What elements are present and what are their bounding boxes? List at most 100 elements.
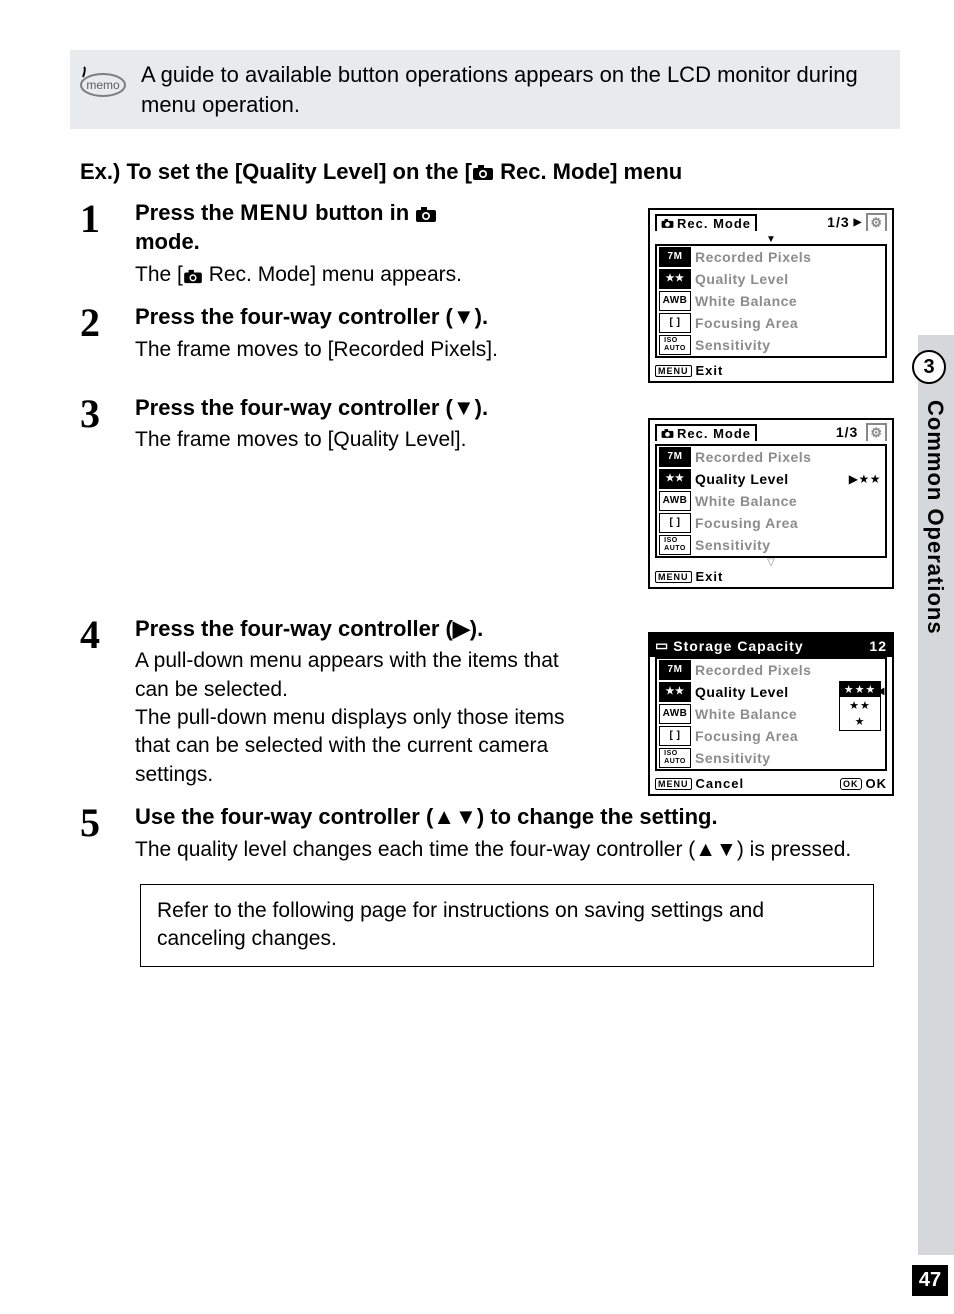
step-title: Press the four-way controller (▼). bbox=[135, 394, 565, 423]
lcd-menu-item: ISO AUTO Sensitivity bbox=[657, 334, 885, 356]
menu-item-icon: AWB bbox=[659, 704, 691, 724]
lcd-footer-cancel: Cancel bbox=[696, 776, 745, 791]
camera-icon bbox=[183, 269, 203, 284]
menu-item-icon: ★★ bbox=[659, 269, 691, 289]
lcd-title: Rec. Mode bbox=[677, 216, 751, 231]
chapter-title: Common Operations bbox=[922, 400, 948, 635]
menu-item-icon: 7M bbox=[659, 247, 691, 267]
lcd-footer-exit: Exit bbox=[696, 363, 724, 378]
menu-item-icon: AWB bbox=[659, 291, 691, 311]
menu-item-label: Focusing Area bbox=[695, 516, 885, 530]
lcd-page-indicator: 1/3 bbox=[827, 214, 849, 230]
dropdown-option: ★ bbox=[840, 714, 880, 730]
step-desc: The frame moves to [Recorded Pixels]. bbox=[135, 336, 565, 364]
step-number: 3 bbox=[80, 394, 135, 455]
heading-menu-name: Rec. Mode] menu bbox=[494, 159, 682, 184]
page-number: 47 bbox=[912, 1265, 948, 1296]
menu-button-icon: MENU bbox=[655, 365, 692, 377]
menu-item-label: Recorded Pixels bbox=[695, 250, 885, 264]
lcd-title: Rec. Mode bbox=[677, 426, 751, 441]
lcd-tab-rec-mode: Rec. Mode bbox=[655, 424, 757, 441]
menu-button-label: MENU bbox=[240, 200, 309, 225]
lcd-page-indicator: 1/3 bbox=[836, 424, 858, 440]
lcd-tab-setup: ⚙ bbox=[866, 423, 887, 441]
lcd-menu-item: [ ] Focusing Area bbox=[657, 312, 885, 334]
lcd-menu-item: [ ] Focusing Area bbox=[657, 512, 885, 534]
menu-item-label: Recorded Pixels bbox=[695, 663, 885, 677]
lcd-footer-ok: OK bbox=[866, 776, 888, 791]
ok-button-icon: OK bbox=[840, 778, 862, 790]
lcd-storage-title: Storage Capacity bbox=[673, 638, 803, 654]
menu-button-icon: MENU bbox=[655, 778, 692, 790]
menu-item-label: Sensitivity bbox=[695, 751, 885, 765]
menu-item-icon: ★★ bbox=[659, 682, 691, 702]
menu-item-label: Focusing Area bbox=[695, 316, 885, 330]
menu-item-icon: ISO AUTO bbox=[659, 748, 691, 768]
menu-item-label: Sensitivity bbox=[695, 338, 885, 352]
example-heading: Ex.) To set the [Quality Level] on the [… bbox=[80, 159, 920, 185]
nav-right-icon: ▶ bbox=[854, 217, 863, 228]
step-desc: A pull-down menu appears with the items … bbox=[135, 647, 565, 789]
svg-text:memo: memo bbox=[86, 78, 120, 92]
camera-icon bbox=[661, 428, 674, 439]
camera-icon bbox=[415, 206, 437, 223]
menu-item-icon: ★★ bbox=[659, 469, 691, 489]
camera-icon bbox=[661, 218, 674, 229]
menu-item-icon: 7M bbox=[659, 447, 691, 467]
menu-item-icon: [ ] bbox=[659, 726, 691, 746]
step-title: Press the MENU button in mode. bbox=[135, 199, 565, 256]
menu-item-label: White Balance bbox=[695, 494, 885, 508]
menu-item-label: Focusing Area bbox=[695, 729, 885, 743]
menu-item-label: Quality Level bbox=[695, 272, 885, 286]
menu-item-label: Recorded Pixels bbox=[695, 450, 885, 464]
menu-item-icon: ISO AUTO bbox=[659, 335, 691, 355]
lcd-menu-item: 7M Recorded Pixels bbox=[657, 246, 885, 268]
quality-dropdown: ★★★★★★ bbox=[839, 681, 881, 731]
lcd-menu-item: ★★ Quality Level bbox=[657, 268, 885, 290]
lcd-menu-item: 7M Recorded Pixels bbox=[657, 659, 885, 681]
menu-item-label: Quality Level bbox=[695, 472, 849, 486]
dropdown-option: ★★ bbox=[840, 698, 880, 714]
lcd-footer-exit: Exit bbox=[696, 569, 724, 584]
step-title: Press the four-way controller (▼). bbox=[135, 303, 565, 332]
card-icon: ▭ bbox=[655, 637, 669, 654]
menu-item-label: White Balance bbox=[695, 294, 885, 308]
lcd-storage-count: 12 bbox=[869, 638, 887, 654]
lcd-menu-item: 7M Recorded Pixels bbox=[657, 446, 885, 468]
lcd-screenshot-3: ▭ Storage Capacity 12 ★★★★★★ 7MRecorded … bbox=[648, 632, 894, 796]
down-indicator-icon: ▼ bbox=[650, 234, 892, 244]
down-indicator-icon: ▽ bbox=[650, 557, 892, 567]
dropdown-option: ★★★ bbox=[840, 682, 880, 698]
menu-item-icon: 7M bbox=[659, 660, 691, 680]
reference-box: Refer to the following page for instruct… bbox=[140, 884, 874, 967]
step-desc: The quality level changes each time the … bbox=[135, 836, 855, 864]
step-number: 2 bbox=[80, 303, 135, 364]
menu-item-icon: [ ] bbox=[659, 313, 691, 333]
lcd-menu-list: ★★★★★★ 7MRecorded Pixels★★Quality Level◀… bbox=[655, 657, 887, 771]
menu-item-value: ▶★★ bbox=[849, 473, 885, 485]
lcd-tab-setup: ⚙ bbox=[866, 213, 887, 231]
step-5: 5 Use the four-way controller (▲▼) to ch… bbox=[80, 803, 920, 864]
menu-item-icon: [ ] bbox=[659, 513, 691, 533]
lcd-screenshot-2: Rec. Mode 1/3 ⚙ 7M Recorded Pixels ★★ Quali… bbox=[648, 418, 894, 589]
lcd-tab-rec-mode: Rec. Mode bbox=[655, 214, 757, 231]
step-number: 5 bbox=[80, 803, 135, 864]
camera-icon bbox=[472, 164, 494, 181]
lcd-menu-item: AWB White Balance bbox=[657, 490, 885, 512]
step-desc: The [ Rec. Mode] menu appears. bbox=[135, 261, 565, 289]
menu-item-icon: ISO AUTO bbox=[659, 535, 691, 555]
lcd-menu-item: ★★ Quality Level▶★★ bbox=[657, 468, 885, 490]
lcd-menu-list: 7M Recorded Pixels ★★ Quality Level▶★★ AWB Wh… bbox=[655, 444, 887, 558]
lcd-menu-item: AWB White Balance bbox=[657, 290, 885, 312]
lcd-menu-item: ISO AUTO Sensitivity bbox=[657, 747, 885, 769]
step-title: Press the four-way controller (▶). bbox=[135, 615, 565, 644]
memo-text: A guide to available button operations a… bbox=[141, 60, 880, 119]
memo-callout: memo A guide to available button operati… bbox=[70, 50, 900, 129]
menu-button-icon: MENU bbox=[655, 571, 692, 583]
lcd-menu-list: 7M Recorded Pixels ★★ Quality Level AWB White… bbox=[655, 244, 887, 358]
lcd-screenshot-1: Rec. Mode 1/3 ▶ ⚙ ▼ 7M Recorded Pixels ★★ Q… bbox=[648, 208, 894, 383]
menu-item-icon: AWB bbox=[659, 491, 691, 511]
memo-icon: memo bbox=[75, 65, 131, 106]
lcd-menu-item: ISO AUTOSensitivity bbox=[657, 534, 885, 556]
step-number: 1 bbox=[80, 199, 135, 289]
